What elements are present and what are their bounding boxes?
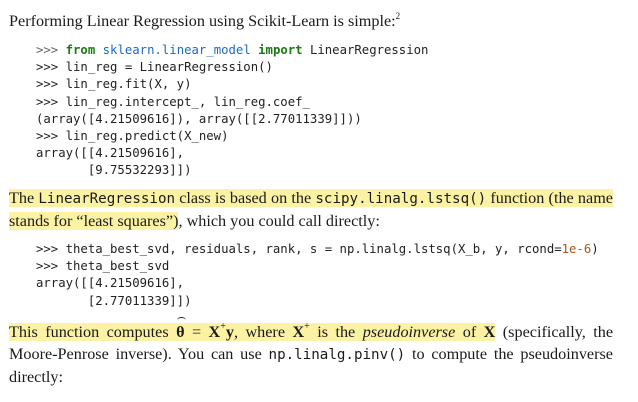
code-line-2: >>> lin_reg = LinearRegression()	[36, 60, 273, 75]
code-line-1: >>> from sklearn.linear_model import Lin…	[36, 43, 429, 57]
footnote-marker[interactable]: 2	[396, 11, 401, 21]
code-line-7: array([[4.21509616],	[36, 146, 185, 161]
code-line-8: [9.75532293]])	[36, 163, 192, 178]
code2-line-2: >>> theta_best_svd	[36, 259, 170, 274]
code-block-linear-regression: >>> from sklearn.linear_model import Lin…	[36, 42, 428, 180]
code-line-4: >>> lin_reg.intercept_, lin_reg.coef_	[36, 94, 310, 109]
code-line-5: (array([4.21509616]), array([[2.77011339…	[36, 111, 362, 126]
intro-text: Performing Linear Regression using Sciki…	[9, 12, 396, 30]
paragraph-lstsq: The LinearRegression class is based on t…	[9, 189, 613, 230]
intro-paragraph: Performing Linear Regression using Sciki…	[9, 10, 613, 32]
code-line-6: >>> lin_reg.predict(X_new)	[36, 129, 229, 144]
code-block-lstsq: >>> theta_best_svd, residuals, rank, s =…	[36, 241, 599, 310]
code2-line-3: array([[4.21509616],	[36, 276, 185, 291]
code2-line-1: >>> theta_best_svd, residuals, rank, s =…	[36, 242, 599, 256]
code-line-3: >>> lin_reg.fit(X, y)	[36, 77, 192, 92]
highlighted-text-2[interactable]: This function computes θ = X+y, where X+…	[9, 317, 496, 341]
inline-code-pinv: np.linalg.pinv()	[268, 347, 406, 363]
paragraph-pseudoinverse: This function computes θ = X+y, where X+…	[9, 317, 613, 386]
inline-code-lstsq: scipy.linalg.lstsq()	[315, 191, 487, 207]
pseudoinverse-term: pseudoinverse	[362, 323, 456, 341]
code2-line-4: [2.77011339]])	[36, 293, 192, 308]
inline-code-linearregression: LinearRegression	[38, 191, 176, 207]
book-page: Performing Linear Regression using Sciki…	[0, 0, 638, 402]
theta-hat: θ	[176, 317, 187, 341]
